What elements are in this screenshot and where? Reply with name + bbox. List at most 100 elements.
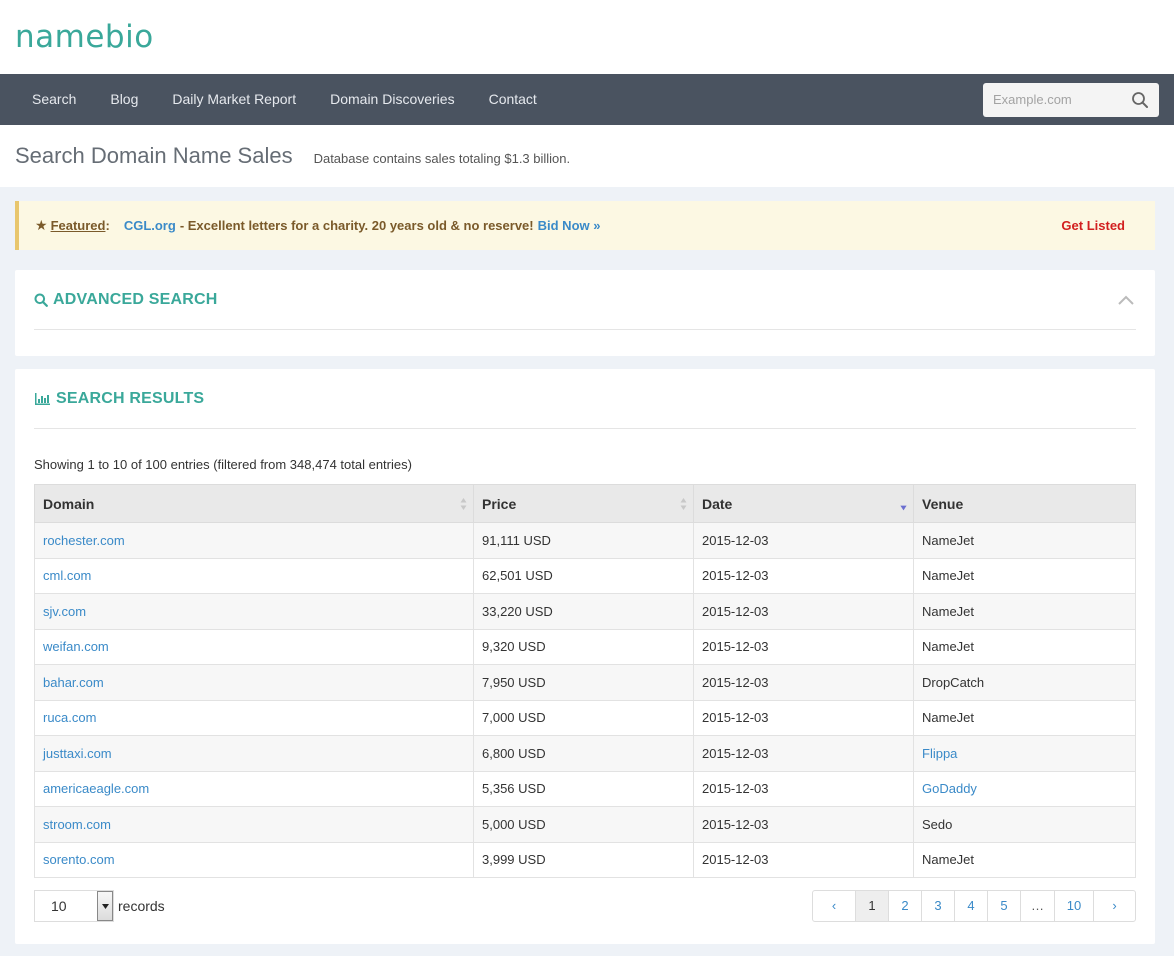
pagination-page-4[interactable]: 4	[954, 891, 987, 921]
domain-cell: stroom.com	[34, 806, 474, 843]
price-cell: 7,000 USD	[473, 699, 694, 736]
get-listed-link[interactable]: Get Listed	[1061, 218, 1125, 233]
pagination-page-10[interactable]: 10	[1054, 891, 1093, 921]
venue-cell: NameJet	[913, 522, 1136, 559]
domain-link[interactable]: cml.com	[43, 568, 91, 583]
column-header-domain[interactable]: Domain	[34, 484, 474, 523]
domain-link[interactable]: justtaxi.com	[43, 746, 112, 761]
domain-cell: weifan.com	[34, 628, 474, 665]
header-bar: namebio	[0, 0, 1174, 74]
domain-link[interactable]: sorento.com	[43, 852, 115, 867]
table-row: ruca.com 7,000 USD 2015-12-03 NameJet	[34, 699, 1136, 736]
chevron-up-icon[interactable]	[1118, 295, 1134, 305]
column-header-date[interactable]: Date	[693, 484, 914, 523]
venue-cell: GoDaddy	[913, 770, 1136, 807]
pagination: ‹ 1 2 3 4 5 … 10 ›	[812, 890, 1136, 922]
domain-link[interactable]: bahar.com	[43, 675, 104, 690]
sort-icon	[460, 498, 467, 510]
column-header-venue[interactable]: Venue	[913, 484, 1136, 523]
caret-down-icon	[101, 903, 109, 909]
pagination-page-2[interactable]: 2	[888, 891, 921, 921]
domain-link[interactable]: americaeagle.com	[43, 781, 149, 796]
pagination-page-3[interactable]: 3	[921, 891, 954, 921]
search-results-title: SEARCH RESULTS	[56, 389, 205, 407]
date-cell: 2015-12-03	[693, 593, 914, 630]
domain-cell: cml.com	[34, 557, 474, 594]
page-length-select[interactable]: 10	[34, 890, 114, 922]
nav-item-domain-discoveries[interactable]: Domain Discoveries	[313, 74, 471, 125]
column-header-price[interactable]: Price	[473, 484, 694, 523]
search-icon[interactable]	[1131, 91, 1149, 109]
domain-link[interactable]: weifan.com	[43, 639, 109, 654]
venue-cell: NameJet	[913, 593, 1136, 630]
star-icon: ★	[35, 217, 48, 233]
featured-description: - Excellent letters for a charity. 20 ye…	[179, 218, 534, 233]
price-cell: 62,501 USD	[473, 557, 694, 594]
date-cell: 2015-12-03	[693, 522, 914, 559]
results-body: rochester.com 91,111 USD 2015-12-03 Name…	[34, 522, 1136, 878]
nav-search-box	[983, 82, 1159, 117]
bar-chart-icon	[34, 392, 51, 406]
featured-domain-link[interactable]: CGL.org	[124, 218, 176, 233]
nav-item-daily-market-report[interactable]: Daily Market Report	[155, 74, 313, 125]
nav-item-search[interactable]: Search	[15, 74, 93, 125]
venue-cell: NameJet	[913, 628, 1136, 665]
venue-cell: NameJet	[913, 841, 1136, 878]
entries-info: Showing 1 to 10 of 100 entries (filtered…	[34, 457, 412, 472]
price-cell: 33,220 USD	[473, 593, 694, 630]
domain-link[interactable]: sjv.com	[43, 604, 86, 619]
domain-cell: americaeagle.com	[34, 770, 474, 807]
column-label: Price	[482, 495, 517, 512]
pagination-page-5[interactable]: 5	[987, 891, 1020, 921]
results-table: Domain Price Date Venue rochester.com 91…	[34, 484, 1136, 878]
pagination-prev[interactable]: ‹	[813, 891, 855, 921]
page-subtitle: Database contains sales totaling $1.3 bi…	[313, 151, 571, 166]
date-cell: 2015-12-03	[693, 735, 914, 772]
table-row: justtaxi.com 6,800 USD 2015-12-03 Flippa	[34, 735, 1136, 772]
domain-cell: sjv.com	[34, 593, 474, 630]
date-cell: 2015-12-03	[693, 664, 914, 701]
pagination-page-1[interactable]: 1	[855, 891, 888, 921]
logo[interactable]: namebio	[15, 19, 154, 55]
records-label: records	[118, 898, 165, 914]
table-row: stroom.com 5,000 USD 2015-12-03 Sedo	[34, 806, 1136, 843]
table-row: sorento.com 3,999 USD 2015-12-03 NameJet	[34, 841, 1136, 878]
featured-colon: :	[105, 218, 110, 233]
page-header: Search Domain Name Sales Database contai…	[0, 125, 1174, 187]
search-results-panel: SEARCH RESULTS Showing 1 to 10 of 100 en…	[15, 369, 1155, 944]
venue-cell: Sedo	[913, 806, 1136, 843]
domain-link[interactable]: stroom.com	[43, 817, 111, 832]
venue-link[interactable]: GoDaddy	[922, 781, 977, 796]
venue-cell: NameJet	[913, 557, 1136, 594]
date-cell: 2015-12-03	[693, 770, 914, 807]
price-cell: 6,800 USD	[473, 735, 694, 772]
nav-item-contact[interactable]: Contact	[472, 74, 554, 125]
venue-cell: DropCatch	[913, 664, 1136, 701]
venue-link[interactable]: Flippa	[922, 746, 957, 761]
table-row: cml.com 62,501 USD 2015-12-03 NameJet	[34, 557, 1136, 594]
main-nav: Search Blog Daily Market Report Domain D…	[0, 74, 1174, 125]
sort-desc-icon	[900, 505, 907, 511]
table-row: americaeagle.com 5,356 USD 2015-12-03 Go…	[34, 770, 1136, 807]
domain-cell: justtaxi.com	[34, 735, 474, 772]
domain-link[interactable]: rochester.com	[43, 533, 125, 548]
nav-item-blog[interactable]: Blog	[93, 74, 155, 125]
featured-label[interactable]: Featured	[51, 218, 106, 233]
price-cell: 7,950 USD	[473, 664, 694, 701]
domain-link[interactable]: ruca.com	[43, 710, 96, 725]
date-cell: 2015-12-03	[693, 806, 914, 843]
price-cell: 91,111 USD	[473, 522, 694, 559]
table-footer: 10 records ‹ 1 2 3 4 5 … 10 ›	[34, 890, 1136, 922]
advanced-search-header[interactable]: ADVANCED SEARCH	[34, 270, 1136, 330]
price-cell: 3,999 USD	[473, 841, 694, 878]
table-row: bahar.com 7,950 USD 2015-12-03 DropCatch	[34, 664, 1136, 701]
domain-cell: bahar.com	[34, 664, 474, 701]
date-cell: 2015-12-03	[693, 699, 914, 736]
bid-now-link[interactable]: Bid Now »	[538, 218, 601, 233]
search-icon	[34, 293, 48, 307]
dropdown-arrow[interactable]	[97, 891, 113, 921]
domain-cell: rochester.com	[34, 522, 474, 559]
pagination-next[interactable]: ›	[1093, 891, 1135, 921]
main-content: ★ Featured : CGL.org - Excellent letters…	[0, 187, 1174, 944]
search-input[interactable]	[993, 92, 1131, 107]
